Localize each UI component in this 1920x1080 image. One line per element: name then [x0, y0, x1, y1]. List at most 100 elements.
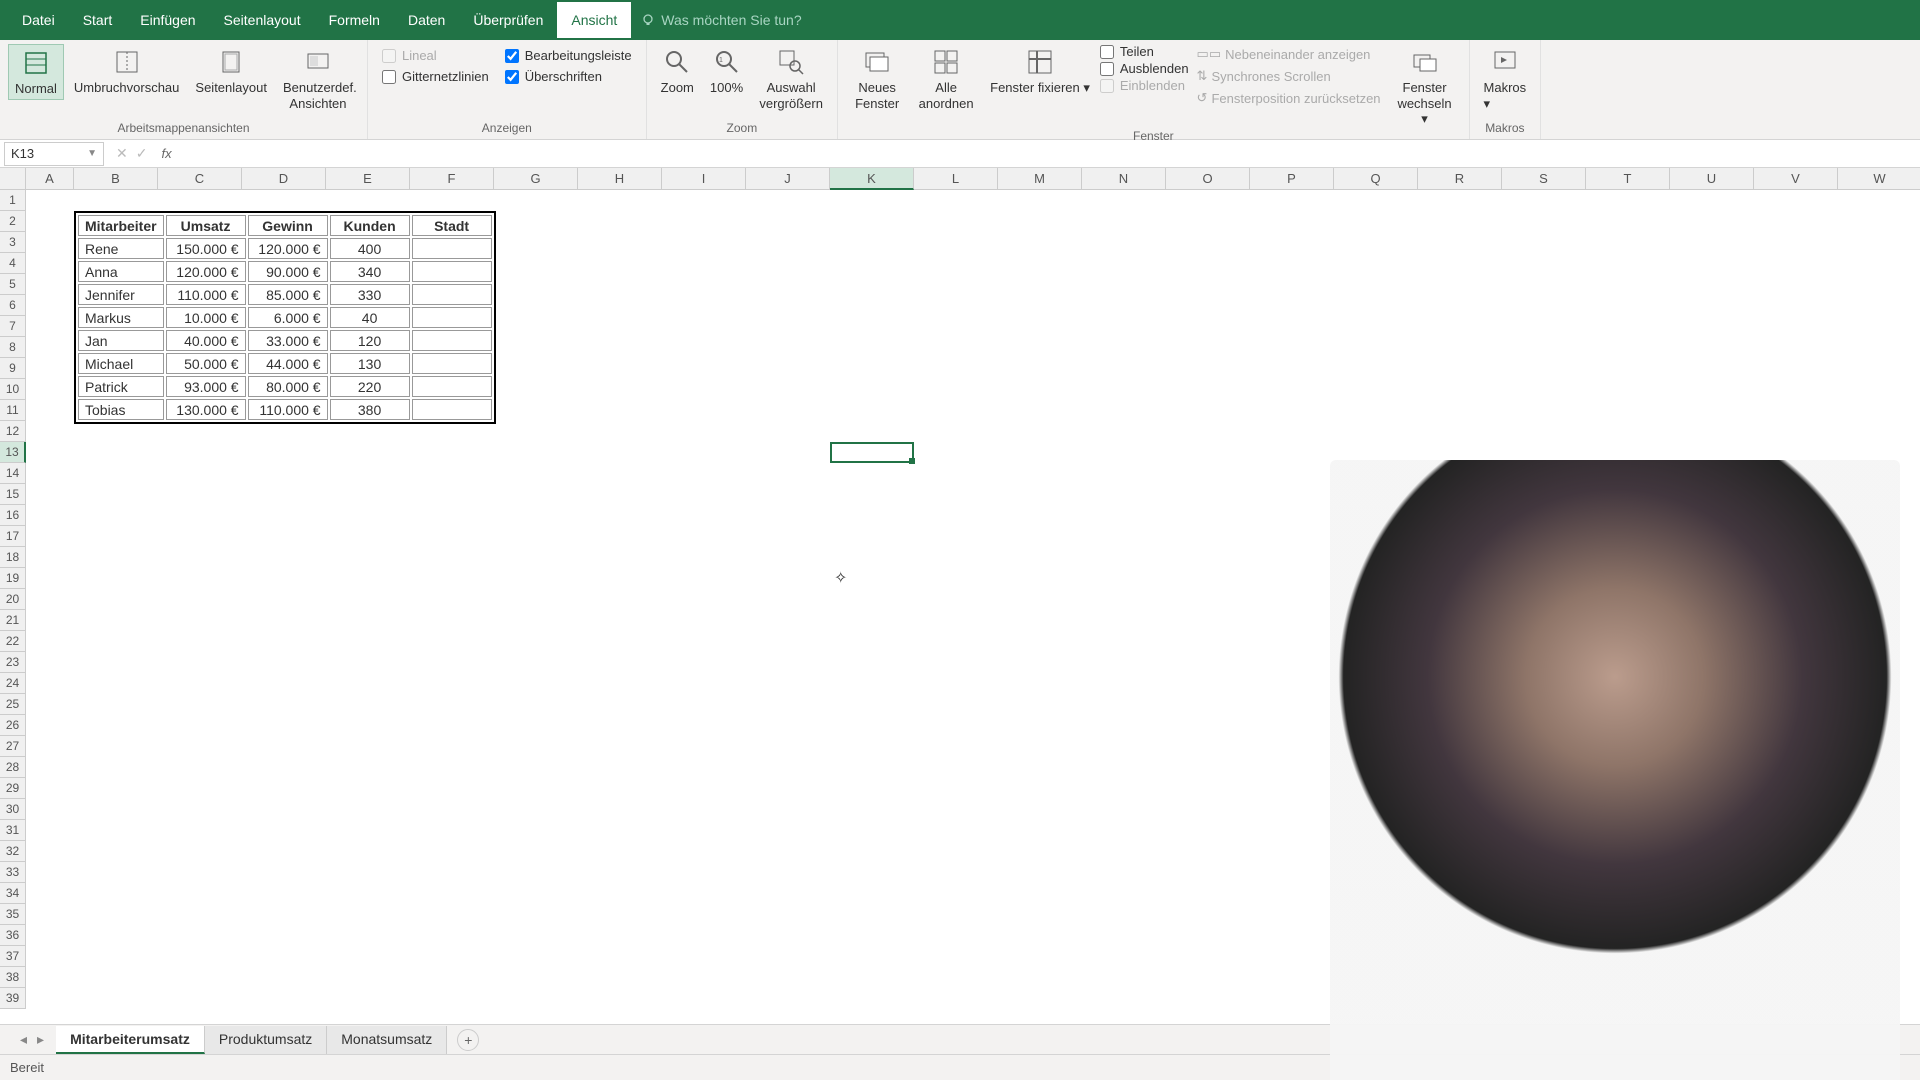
row-header-8[interactable]: 8 [0, 337, 26, 358]
check-headings[interactable]: Überschriften [505, 69, 632, 84]
column-headers[interactable]: ABCDEFGHIJKLMNOPQRSTUVW [26, 168, 1920, 190]
col-header-M[interactable]: M [998, 168, 1082, 190]
menu-tab-formeln[interactable]: Formeln [315, 2, 394, 38]
sheet-tab-0[interactable]: Mitarbeiterumsatz [56, 1026, 205, 1054]
row-header-2[interactable]: 2 [0, 211, 26, 232]
sheet-next-icon[interactable]: ▸ [37, 1031, 44, 1048]
table-cell[interactable]: 33.000 € [248, 330, 328, 351]
row-header-9[interactable]: 9 [0, 358, 26, 379]
row-header-37[interactable]: 37 [0, 946, 26, 967]
table-cell[interactable]: Markus [78, 307, 164, 328]
sheet-tab-1[interactable]: Produktumsatz [205, 1026, 327, 1054]
check-hide[interactable]: Ausblenden [1100, 61, 1189, 76]
row-header-14[interactable]: 14 [0, 463, 26, 484]
table-header[interactable]: Gewinn [248, 215, 328, 236]
row-header-32[interactable]: 32 [0, 841, 26, 862]
sheet-nav[interactable]: ◂ ▸ [8, 1031, 56, 1048]
select-all-corner[interactable] [0, 168, 26, 190]
table-cell[interactable]: 130 [330, 353, 410, 374]
menu-tab-einfügen[interactable]: Einfügen [126, 2, 209, 38]
table-cell[interactable]: Tobias [78, 399, 164, 420]
table-cell[interactable]: 220 [330, 376, 410, 397]
row-header-12[interactable]: 12 [0, 421, 26, 442]
view-pagelayout-button[interactable]: Seitenlayout [189, 44, 273, 98]
row-header-20[interactable]: 20 [0, 589, 26, 610]
row-header-22[interactable]: 22 [0, 631, 26, 652]
selected-cell[interactable] [830, 442, 914, 463]
table-cell[interactable]: 90.000 € [248, 261, 328, 282]
col-header-W[interactable]: W [1838, 168, 1920, 190]
row-header-16[interactable]: 16 [0, 505, 26, 526]
name-box[interactable]: K13 ▼ [4, 142, 104, 166]
table-row[interactable]: Jan40.000 €33.000 €120 [78, 330, 492, 351]
menu-tab-start[interactable]: Start [69, 2, 127, 38]
col-header-H[interactable]: H [578, 168, 662, 190]
row-header-39[interactable]: 39 [0, 988, 26, 1009]
zoom-100-button[interactable]: 1 100% [704, 44, 749, 98]
table-cell[interactable]: 10.000 € [166, 307, 246, 328]
row-header-1[interactable]: 1 [0, 190, 26, 211]
row-header-38[interactable]: 38 [0, 967, 26, 988]
table-cell[interactable]: 150.000 € [166, 238, 246, 259]
row-header-36[interactable]: 36 [0, 925, 26, 946]
col-header-B[interactable]: B [74, 168, 158, 190]
table-cell[interactable]: 120.000 € [166, 261, 246, 282]
table-cell[interactable]: 400 [330, 238, 410, 259]
tell-me-search[interactable]: Was möchten Sie tun? [641, 12, 801, 28]
table-cell[interactable]: 340 [330, 261, 410, 282]
table-cell[interactable]: Jan [78, 330, 164, 351]
table-cell[interactable]: Anna [78, 261, 164, 282]
row-header-18[interactable]: 18 [0, 547, 26, 568]
add-sheet-button[interactable]: + [457, 1029, 479, 1051]
row-header-23[interactable]: 23 [0, 652, 26, 673]
row-header-28[interactable]: 28 [0, 757, 26, 778]
table-cell[interactable]: 93.000 € [166, 376, 246, 397]
menu-tab-überprüfen[interactable]: Überprüfen [459, 2, 557, 38]
row-header-4[interactable]: 4 [0, 253, 26, 274]
row-header-30[interactable]: 30 [0, 799, 26, 820]
table-cell[interactable]: 110.000 € [248, 399, 328, 420]
table-cell[interactable] [412, 330, 492, 351]
table-cell[interactable] [412, 376, 492, 397]
col-header-L[interactable]: L [914, 168, 998, 190]
row-header-17[interactable]: 17 [0, 526, 26, 547]
row-header-29[interactable]: 29 [0, 778, 26, 799]
table-row[interactable]: Michael50.000 €44.000 €130 [78, 353, 492, 374]
row-header-25[interactable]: 25 [0, 694, 26, 715]
menu-tab-ansicht[interactable]: Ansicht [557, 2, 631, 38]
row-header-34[interactable]: 34 [0, 883, 26, 904]
table-cell[interactable]: 85.000 € [248, 284, 328, 305]
menu-tab-datei[interactable]: Datei [8, 2, 69, 38]
makros-button[interactable]: Makros▾ [1478, 44, 1533, 113]
table-cell[interactable]: Rene [78, 238, 164, 259]
chevron-down-icon[interactable]: ▼ [87, 148, 97, 159]
col-header-T[interactable]: T [1586, 168, 1670, 190]
table-cell[interactable] [412, 261, 492, 282]
freeze-panes-button[interactable]: Fenster fixieren ▾ [984, 44, 1096, 98]
row-header-26[interactable]: 26 [0, 715, 26, 736]
row-header-13[interactable]: 13 [0, 442, 26, 463]
table-row[interactable]: Anna120.000 €90.000 €340 [78, 261, 492, 282]
menu-tab-seitenlayout[interactable]: Seitenlayout [210, 2, 315, 38]
table-cell[interactable] [412, 238, 492, 259]
table-cell[interactable] [412, 353, 492, 374]
col-header-K[interactable]: K [830, 168, 914, 190]
view-pagebreak-button[interactable]: Umbruchvorschau [68, 44, 186, 98]
col-header-V[interactable]: V [1754, 168, 1838, 190]
col-header-P[interactable]: P [1250, 168, 1334, 190]
row-header-33[interactable]: 33 [0, 862, 26, 883]
table-cell[interactable] [412, 399, 492, 420]
col-header-R[interactable]: R [1418, 168, 1502, 190]
col-header-I[interactable]: I [662, 168, 746, 190]
table-row[interactable]: Markus10.000 €6.000 €40 [78, 307, 492, 328]
table-cell[interactable]: 50.000 € [166, 353, 246, 374]
row-header-15[interactable]: 15 [0, 484, 26, 505]
table-cell[interactable]: 330 [330, 284, 410, 305]
data-table[interactable]: MitarbeiterUmsatzGewinnKundenStadtRene15… [74, 211, 496, 424]
table-cell[interactable]: 110.000 € [166, 284, 246, 305]
check-formulabar[interactable]: Bearbeitungsleiste [505, 48, 632, 63]
table-cell[interactable] [412, 284, 492, 305]
row-header-10[interactable]: 10 [0, 379, 26, 400]
table-cell[interactable]: 40.000 € [166, 330, 246, 351]
table-cell[interactable]: 6.000 € [248, 307, 328, 328]
